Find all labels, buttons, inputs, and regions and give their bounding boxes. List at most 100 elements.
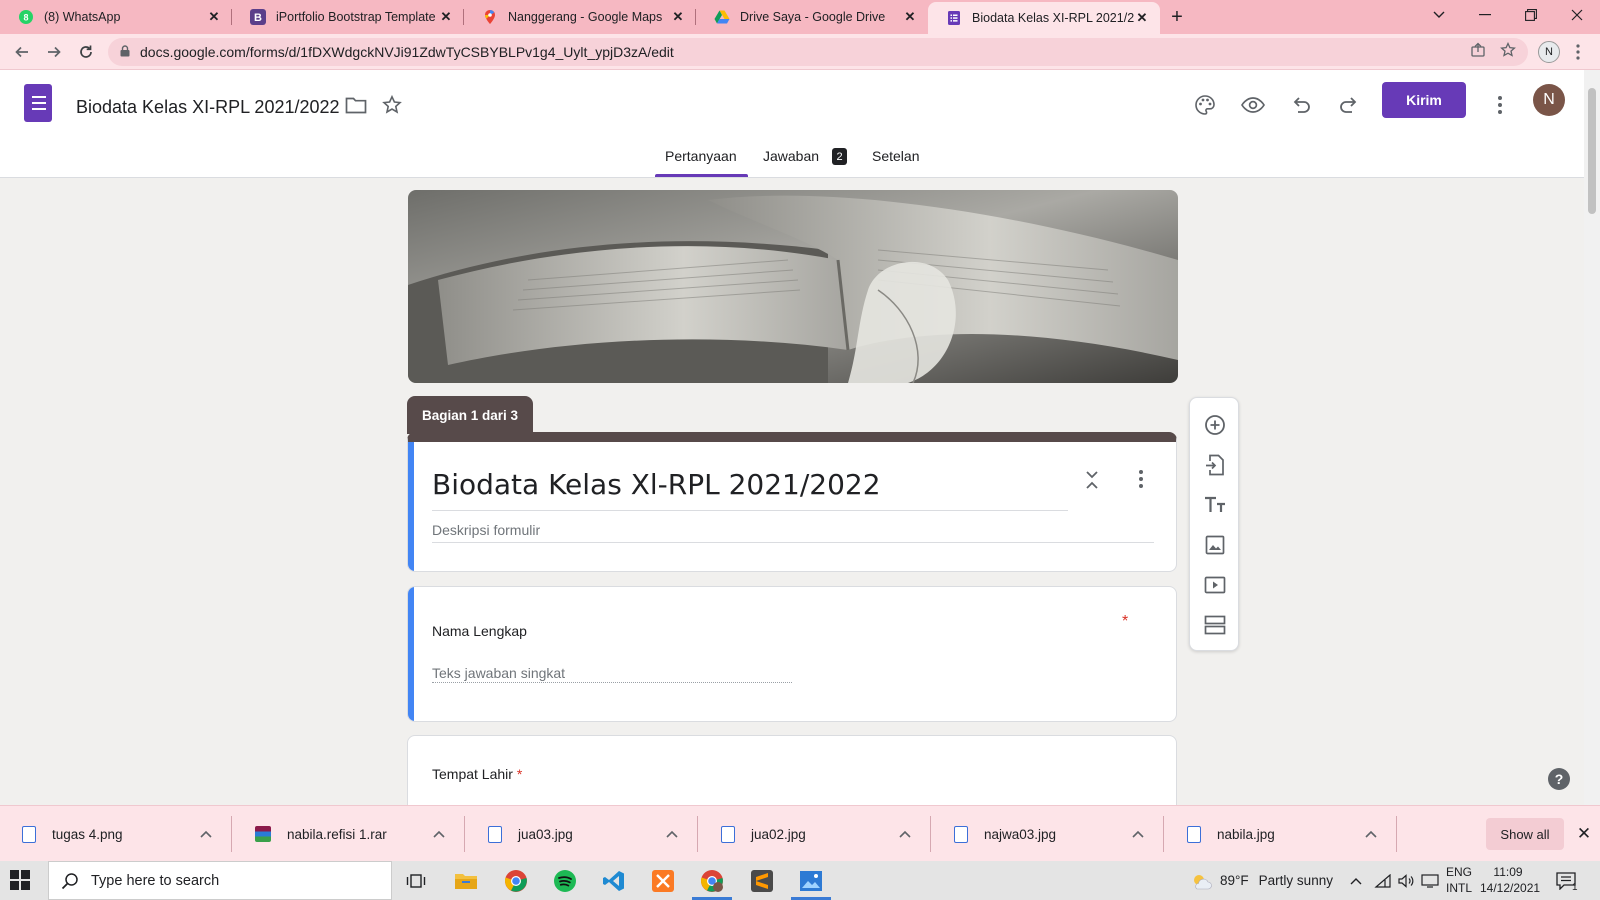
volume-icon[interactable] xyxy=(1398,861,1414,900)
scrollbar-thumb[interactable] xyxy=(1588,88,1596,214)
xampp-icon[interactable] xyxy=(649,867,677,895)
palette-icon[interactable] xyxy=(1192,92,1218,118)
show-all-downloads-button[interactable]: Show all xyxy=(1486,818,1564,850)
chrome-profile-icon[interactable] xyxy=(698,867,726,895)
download-item[interactable]: jua02.jpg xyxy=(699,806,931,862)
url-text: docs.google.com/forms/d/1fDXWdgckNVJi91Z… xyxy=(140,44,674,60)
close-tab-icon[interactable]: ✕ xyxy=(206,9,222,25)
browser-tab-maps[interactable]: Nanggerang - Google Maps ✕ xyxy=(464,0,696,34)
add-title-icon[interactable] xyxy=(1202,492,1228,518)
add-section-icon[interactable] xyxy=(1202,612,1228,638)
display-icon[interactable] xyxy=(1421,861,1439,900)
forward-icon[interactable] xyxy=(38,36,70,68)
form-description-placeholder[interactable]: Deskripsi formulir xyxy=(432,522,540,538)
address-bar[interactable]: docs.google.com/forms/d/1fDXWdgckNVJi91Z… xyxy=(108,38,1528,66)
tab-responses[interactable]: Jawaban xyxy=(763,148,819,164)
document-title[interactable]: Biodata Kelas XI-RPL 2021/2022 xyxy=(76,97,340,118)
star-icon[interactable] xyxy=(379,92,405,118)
vscode-icon[interactable] xyxy=(600,867,628,895)
account-avatar[interactable]: N xyxy=(1533,84,1565,116)
required-asterisk: * xyxy=(516,766,523,782)
taskbar-search-input[interactable]: Type here to search xyxy=(48,861,392,900)
weather-widget[interactable]: 89°F Partly sunny xyxy=(1190,861,1333,900)
download-item[interactable]: nabila.refisi 1.rar xyxy=(233,806,465,862)
sublime-text-icon[interactable] xyxy=(748,867,776,895)
add-video-icon[interactable] xyxy=(1202,572,1228,598)
question-title[interactable]: Nama Lengkap xyxy=(432,623,527,639)
download-item[interactable]: jua03.jpg xyxy=(466,806,698,862)
collapse-section-icon[interactable] xyxy=(1085,470,1099,493)
task-view-icon[interactable] xyxy=(402,867,430,895)
bookmark-star-icon[interactable] xyxy=(1500,41,1516,61)
close-icon[interactable]: ✕ xyxy=(1572,822,1596,846)
spotify-icon[interactable] xyxy=(551,867,579,895)
help-icon[interactable]: ? xyxy=(1548,768,1570,790)
send-button[interactable]: Kirim xyxy=(1382,82,1466,118)
restore-icon[interactable] xyxy=(1508,0,1554,30)
chevron-up-icon[interactable] xyxy=(1132,826,1144,841)
form-title-card[interactable]: Biodata Kelas Xl-RPL 2021/2022 Deskripsi… xyxy=(407,432,1177,572)
close-tab-icon[interactable]: ✕ xyxy=(438,9,454,25)
drive-icon xyxy=(714,9,730,25)
close-tab-icon[interactable]: ✕ xyxy=(902,9,918,25)
chrome-icon[interactable] xyxy=(502,867,530,895)
add-question-icon[interactable] xyxy=(1202,412,1228,438)
download-item[interactable]: nabila.jpg xyxy=(1165,806,1397,862)
file-explorer-icon[interactable] xyxy=(452,867,480,895)
browser-tab-whatsapp[interactable]: 8 (8) WhatsApp ✕ xyxy=(0,0,232,34)
section-more-icon[interactable] xyxy=(1139,470,1143,491)
forms-header: Biodata Kelas XI-RPL 2021/2022 Kirim N P… xyxy=(0,70,1584,178)
question-title[interactable]: Tempat Lahir * xyxy=(432,766,522,782)
show-hidden-icons-icon[interactable] xyxy=(1350,861,1362,900)
browser-tab-forms[interactable]: Biodata Kelas XI-RPL 2021/2022 ✕ xyxy=(928,2,1160,34)
chevron-up-icon[interactable] xyxy=(200,826,212,841)
undo-icon[interactable] xyxy=(1288,92,1314,118)
close-tab-icon[interactable]: ✕ xyxy=(1134,10,1150,26)
browser-tab-drive[interactable]: Drive Saya - Google Drive ✕ xyxy=(696,0,928,34)
maps-icon xyxy=(482,9,498,25)
input-language[interactable]: ENG INTL xyxy=(1446,864,1472,896)
tab-title: Biodata Kelas XI-RPL 2021/2022 xyxy=(972,11,1134,25)
photos-icon[interactable] xyxy=(797,867,825,895)
short-answer-placeholder: Teks jawaban singkat xyxy=(432,665,566,681)
google-forms-logo[interactable] xyxy=(24,84,52,122)
svg-text:B: B xyxy=(254,12,262,24)
windows-start-icon[interactable] xyxy=(10,870,32,892)
download-item[interactable]: najwa03.jpg xyxy=(932,806,1164,862)
system-clock[interactable]: 11:09 14/12/2021 xyxy=(1480,864,1540,896)
download-item[interactable]: tugas 4.png xyxy=(0,806,232,862)
close-window-icon[interactable] xyxy=(1554,0,1600,30)
page-scrollbar[interactable] xyxy=(1584,70,1600,805)
partly-sunny-icon xyxy=(1190,872,1212,890)
browser-tab-iportfolio[interactable]: B iPortfolio Bootstrap Template - In ✕ xyxy=(232,0,464,34)
share-icon[interactable] xyxy=(1470,42,1486,61)
clock-time: 11:09 xyxy=(1493,865,1523,879)
network-icon[interactable] xyxy=(1374,861,1392,900)
redo-icon[interactable] xyxy=(1336,92,1362,118)
tab-questions[interactable]: Pertanyaan xyxy=(665,148,737,164)
lock-icon[interactable] xyxy=(120,44,130,60)
notifications-icon[interactable]: 1 xyxy=(1556,861,1578,900)
language-code: ENG xyxy=(1446,865,1473,879)
tab-search-icon[interactable] xyxy=(1416,0,1462,30)
form-title[interactable]: Biodata Kelas Xl-RPL 2021/2022 xyxy=(432,468,881,501)
chevron-up-icon[interactable] xyxy=(1365,826,1377,841)
chrome-menu-icon[interactable] xyxy=(1576,44,1580,63)
add-image-icon[interactable] xyxy=(1202,532,1228,558)
tab-settings[interactable]: Setelan xyxy=(872,148,919,164)
import-questions-icon[interactable] xyxy=(1202,452,1228,478)
chevron-up-icon[interactable] xyxy=(666,826,678,841)
back-icon[interactable] xyxy=(6,36,38,68)
image-file-icon xyxy=(954,825,968,843)
close-tab-icon[interactable]: ✕ xyxy=(670,9,686,25)
new-tab-button[interactable]: + xyxy=(1160,0,1194,34)
more-options-icon[interactable] xyxy=(1487,92,1513,118)
minimize-icon[interactable] xyxy=(1462,0,1508,30)
preview-eye-icon[interactable] xyxy=(1240,92,1266,118)
question-card[interactable]: Nama Lengkap * Teks jawaban singkat xyxy=(407,586,1177,722)
reload-icon[interactable] xyxy=(70,36,102,68)
chevron-up-icon[interactable] xyxy=(899,826,911,841)
chevron-up-icon[interactable] xyxy=(433,826,445,841)
folder-icon[interactable] xyxy=(343,92,369,118)
chrome-profile-avatar[interactable]: N xyxy=(1538,41,1560,63)
